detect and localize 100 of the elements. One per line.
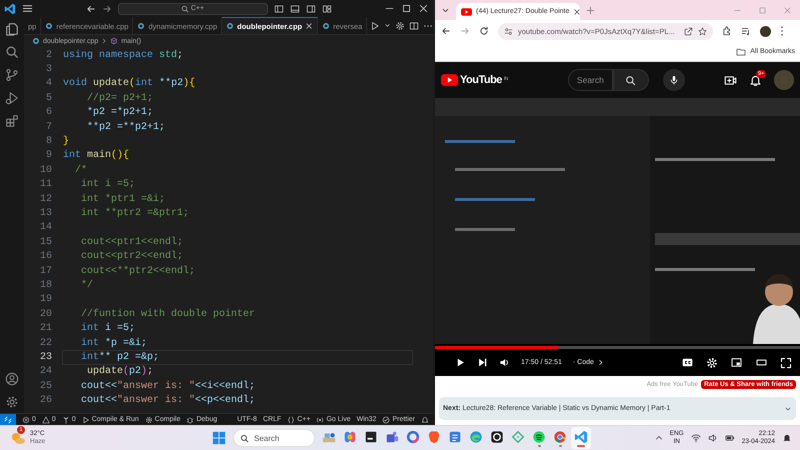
- battery-icon[interactable]: [724, 433, 735, 443]
- search-field[interactable]: Search: [568, 69, 613, 91]
- wifi-icon[interactable]: [690, 433, 701, 443]
- menu-icon[interactable]: [22, 3, 33, 14]
- run-icon[interactable]: [370, 20, 380, 30]
- panel-layout-icon[interactable]: [290, 4, 300, 14]
- puzzle-icon[interactable]: [722, 26, 732, 36]
- diamond-icon: [511, 430, 525, 444]
- back-arrow-icon[interactable]: [86, 4, 96, 14]
- chevron-icon: [596, 359, 604, 366]
- theater-mode-icon[interactable]: [755, 357, 768, 368]
- code-line: void update(int **p2){: [62, 76, 196, 92]
- customize-layout-icon[interactable]: [322, 4, 332, 14]
- chevron-up-icon[interactable]: [654, 434, 663, 442]
- play-icon[interactable]: [455, 357, 466, 368]
- search-icon[interactable]: [5, 45, 19, 59]
- logo-text[interactable]: YouTube: [460, 74, 502, 86]
- warning-icon: [42, 416, 50, 424]
- line-number: 22: [38, 338, 53, 348]
- close-icon[interactable]: [573, 8, 582, 16]
- forward-arrow-icon[interactable]: [102, 4, 112, 14]
- microphone-icon: [668, 75, 679, 85]
- star-icon[interactable]: [698, 26, 707, 36]
- open-in-app-icon[interactable]: [684, 26, 693, 36]
- split-editor-icon[interactable]: [409, 20, 420, 30]
- code-line: cout<<"answer is: "<<i<<endl;: [80, 380, 256, 394]
- remote-button[interactable]: [0, 414, 16, 425]
- line-number: 23: [38, 352, 53, 363]
- chevron-icon: [101, 38, 108, 44]
- gear-icon[interactable]: [395, 20, 406, 30]
- secondary-sidebar-icon[interactable]: [306, 4, 316, 14]
- account-icon[interactable]: [5, 372, 19, 386]
- profile-avatar[interactable]: [760, 26, 771, 36]
- sidebar-layout-icon[interactable]: [274, 4, 284, 14]
- notification-bell-icon[interactable]: [782, 433, 792, 443]
- line-number: 9: [44, 150, 53, 162]
- code-line: update(p2);: [86, 364, 154, 380]
- maximize-icon[interactable]: [401, 3, 412, 14]
- chat-app-icon: [385, 430, 399, 444]
- miniplayer-icon[interactable]: [730, 357, 743, 368]
- caret-icon[interactable]: [784, 404, 792, 412]
- code-line: int main(){: [62, 148, 130, 164]
- line-number: 10: [38, 164, 53, 176]
- volume-icon[interactable]: [708, 433, 718, 443]
- new-tab-icon[interactable]: [586, 6, 595, 14]
- ring-app-icon: [406, 430, 420, 444]
- volume-icon[interactable]: [499, 357, 510, 368]
- next-icon[interactable]: [477, 357, 488, 368]
- line-number: 8: [44, 136, 53, 148]
- files-icon[interactable]: [5, 22, 19, 36]
- line-number: 21: [38, 323, 53, 334]
- fullscreen-icon[interactable]: [780, 356, 792, 368]
- back-arrow-icon[interactable]: [441, 26, 451, 36]
- windows-start-icon[interactable]: [212, 431, 226, 445]
- cube-icon: [110, 37, 118, 45]
- search-button[interactable]: [612, 69, 649, 91]
- sun-cloud-icon[interactable]: [10, 430, 26, 446]
- line-number: 25: [38, 380, 53, 392]
- reload-icon[interactable]: [479, 26, 489, 36]
- line-number: 11: [38, 179, 53, 190]
- line-number: 2: [44, 50, 53, 61]
- code-line: cout<<ptr1<<endl;: [80, 236, 184, 250]
- search-icon: [180, 4, 189, 12]
- more-vertical-icon[interactable]: [780, 26, 784, 36]
- close-icon[interactable]: [418, 3, 429, 14]
- vscode-logo-icon[interactable]: [4, 2, 16, 14]
- source-control-icon[interactable]: [5, 68, 19, 82]
- code-line: cout<<**ptr2<<endl;: [80, 264, 196, 279]
- antenna-icon: [62, 416, 70, 424]
- subtitles-icon[interactable]: [681, 357, 694, 368]
- line-number: 7: [44, 122, 53, 133]
- line-number: 24: [38, 366, 53, 378]
- code-line: cout<<ptr2<<endl;: [80, 250, 184, 264]
- code-line: /*: [74, 164, 88, 178]
- running-indicator: [538, 444, 540, 446]
- gear-icon: [144, 416, 153, 424]
- line-number: 5: [44, 92, 53, 104]
- voice-search-button[interactable]: [662, 69, 685, 91]
- line-number: 20: [38, 308, 53, 320]
- search-icon: [240, 434, 249, 442]
- caret-icon[interactable]: [384, 22, 392, 29]
- line-number: 13: [38, 208, 53, 219]
- site-info-icon[interactable]: [504, 26, 513, 36]
- bell-icon[interactable]: [421, 416, 429, 424]
- create-video-icon[interactable]: [724, 74, 737, 86]
- code-line: *p2 =*p2+1;: [86, 106, 154, 120]
- play-logo-icon: [441, 74, 458, 86]
- broadcast-icon: [316, 416, 324, 424]
- line-number: 16: [38, 251, 53, 262]
- play-logo-icon: [461, 8, 472, 16]
- media-queue-icon[interactable]: [741, 26, 751, 36]
- music-app-icon: [532, 430, 546, 444]
- error-icon: [22, 416, 30, 424]
- run-debug-icon[interactable]: [5, 91, 19, 105]
- cpp-file-icon: [322, 22, 330, 30]
- code-line: using namespace std;: [62, 48, 184, 63]
- code-editor-icon: [574, 430, 588, 444]
- play-icon: [82, 416, 90, 424]
- extensions-icon[interactable]: [5, 114, 19, 128]
- line-number: 14: [38, 222, 53, 234]
